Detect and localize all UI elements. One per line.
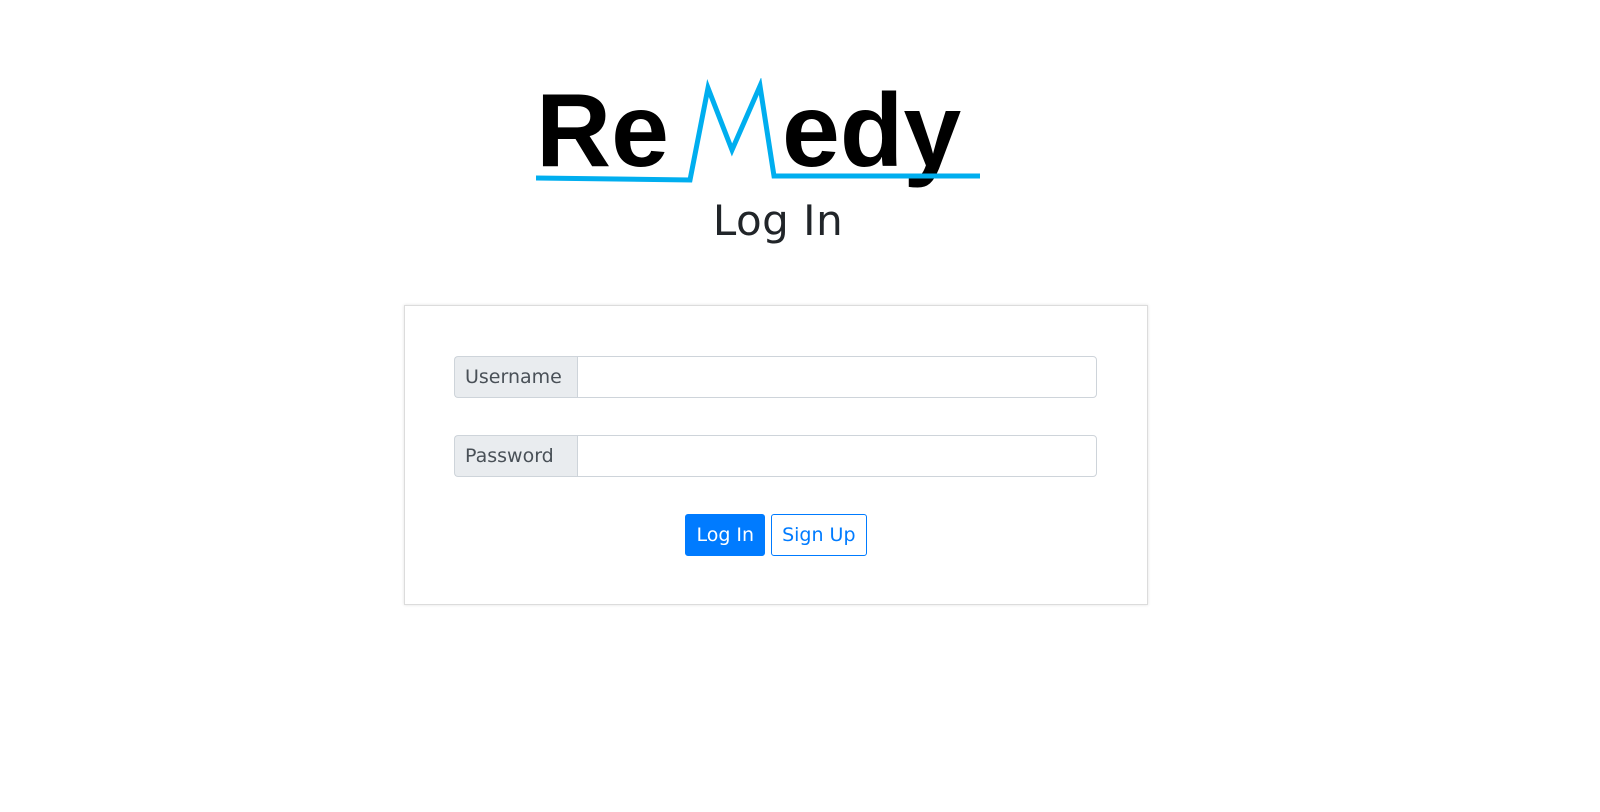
signup-button[interactable]: Sign Up (771, 514, 867, 556)
username-input[interactable] (577, 356, 1097, 398)
password-input[interactable] (577, 435, 1097, 477)
logo-graphic: Re edy (536, 78, 980, 189)
login-card: Username Password Log In Sign Up (404, 305, 1148, 605)
remedy-logo: Re edy (536, 78, 988, 190)
username-label: Username (454, 356, 577, 398)
svg-text:Re: Re (536, 78, 669, 189)
login-page: Re edy Log In Username Password Log In S… (0, 0, 1600, 812)
password-group: Password (454, 435, 1097, 477)
login-button[interactable]: Log In (685, 514, 766, 556)
password-label: Password (454, 435, 577, 477)
page-title: Log In (712, 196, 844, 245)
username-group: Username (454, 356, 1097, 398)
svg-text:edy: edy (782, 78, 961, 189)
form-actions: Log In Sign Up (405, 514, 1147, 556)
